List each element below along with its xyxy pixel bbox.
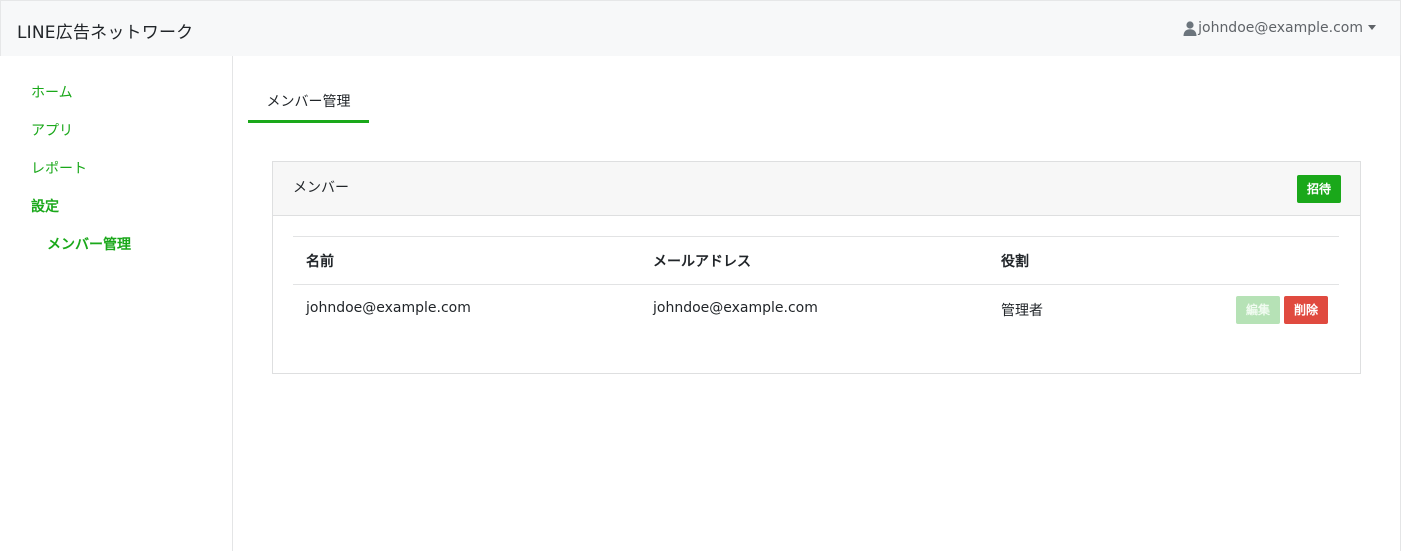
main-content: メンバー管理 メンバー 招待 名前 メールアドレス 役割 johndoe@exa… bbox=[233, 56, 1401, 551]
sidebar: ホーム アプリ レポート 設定 メンバー管理 bbox=[0, 56, 233, 551]
column-header-email: メールアドレス bbox=[653, 254, 751, 270]
invite-button[interactable]: 招待 bbox=[1297, 175, 1341, 203]
app-title[interactable]: LINE広告ネットワーク bbox=[17, 18, 193, 43]
tab-member-management[interactable]: メンバー管理 bbox=[248, 90, 369, 123]
table-row: johndoe@example.com johndoe@example.com … bbox=[293, 284, 1339, 332]
table-header-row: 名前 メールアドレス 役割 bbox=[293, 236, 1339, 284]
member-name: johndoe@example.com bbox=[306, 300, 471, 316]
sidebar-item-member-management[interactable]: メンバー管理 bbox=[47, 234, 131, 254]
card-title: メンバー bbox=[293, 180, 349, 196]
members-table: 名前 メールアドレス 役割 johndoe@example.com johndo… bbox=[293, 236, 1339, 332]
sidebar-item-home[interactable]: ホーム bbox=[31, 82, 73, 102]
column-header-role: 役割 bbox=[1001, 254, 1029, 270]
member-role: 管理者 bbox=[1001, 303, 1043, 319]
sidebar-item-reports[interactable]: レポート bbox=[31, 158, 87, 178]
sidebar-item-apps[interactable]: アプリ bbox=[31, 120, 73, 140]
card-header: メンバー 招待 bbox=[273, 162, 1360, 216]
row-actions: 編集 削除 bbox=[1236, 296, 1328, 324]
user-email: johndoe@example.com bbox=[1198, 20, 1363, 36]
column-header-name: 名前 bbox=[306, 254, 334, 270]
chevron-down-icon bbox=[1368, 24, 1376, 30]
user-icon bbox=[1183, 20, 1197, 36]
edit-button[interactable]: 編集 bbox=[1236, 296, 1280, 324]
user-menu-toggle[interactable]: johndoe@example.com bbox=[1183, 20, 1376, 36]
tab-label: メンバー管理 bbox=[266, 94, 351, 110]
delete-button[interactable]: 削除 bbox=[1284, 296, 1328, 324]
sidebar-item-settings[interactable]: 設定 bbox=[31, 196, 59, 216]
members-card: メンバー 招待 名前 メールアドレス 役割 johndoe@example.co… bbox=[272, 161, 1361, 374]
top-navbar: LINE広告ネットワーク johndoe@example.com bbox=[0, 0, 1401, 56]
member-email: johndoe@example.com bbox=[653, 300, 818, 316]
